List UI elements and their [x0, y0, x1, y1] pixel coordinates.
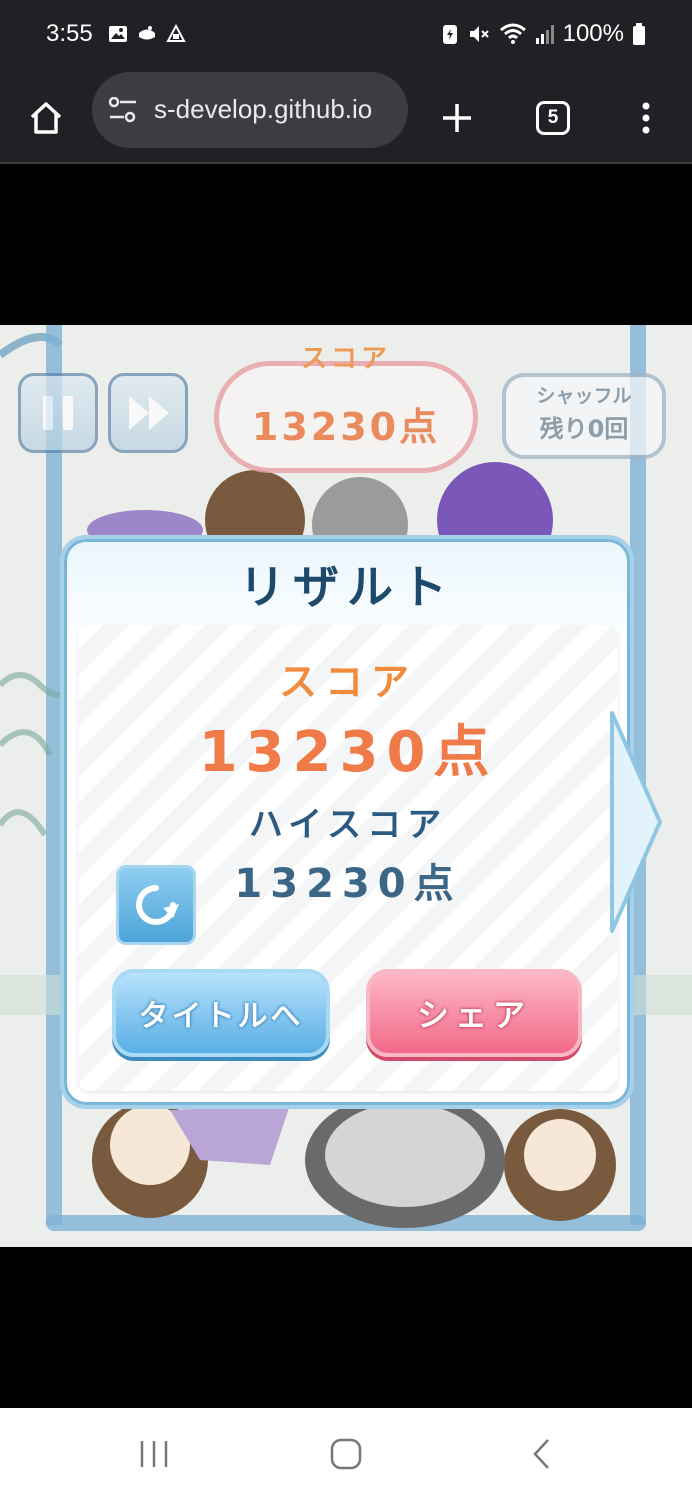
tab-count: 5 [547, 107, 559, 128]
hud-score-label: スコア [300, 344, 391, 374]
tab-switcher-icon: 5 [536, 101, 570, 135]
menu-icon [642, 102, 650, 134]
shuffle-remaining: 残り0回 [539, 415, 629, 443]
battery-saver-icon [442, 25, 457, 44]
result-title: リザルト [239, 560, 455, 614]
shuffle-label: シャッフル [536, 385, 632, 407]
pause-button[interactable] [18, 373, 98, 453]
wifi-icon [499, 23, 526, 44]
hud-score-value: 13230点 [251, 405, 441, 449]
back-button[interactable] [512, 1434, 572, 1474]
system-status: 100% [441, 20, 646, 48]
pause-icon [43, 396, 73, 430]
recent-apps-button[interactable] [124, 1434, 184, 1474]
app-icon [166, 24, 186, 42]
to-title-button[interactable]: タイトルへ [112, 969, 330, 1057]
gallery-icon [109, 26, 127, 42]
result-panel: スコア 13230点 ハイスコア 13230点 タイトルへ シェア [78, 625, 618, 1091]
battery-icon [633, 23, 645, 45]
result-score-label: スコア [278, 660, 417, 704]
game-canvas[interactable]: スコア 13230点 シャッフル 残り0回 リザルト スコア 13230点 ハイ… [0, 325, 692, 1247]
recent-apps-icon [140, 1441, 168, 1467]
chat-icon [139, 26, 155, 40]
status-bar: 3:55 100% [0, 0, 692, 72]
shuffle-button[interactable]: シャッフル 残り0回 [502, 373, 666, 459]
home-button[interactable] [14, 86, 78, 150]
fast-forward-icon [129, 396, 169, 430]
site-settings-icon[interactable] [108, 97, 138, 123]
back-icon [533, 1439, 549, 1469]
battery-percent: 100% [562, 20, 624, 47]
home-icon [30, 102, 62, 134]
mute-icon [469, 26, 489, 42]
new-tab-icon [443, 104, 471, 132]
address-bar[interactable]: s-develop.github.io [92, 72, 408, 148]
new-tab-button[interactable] [425, 86, 489, 150]
share-button[interactable]: シェア [366, 969, 582, 1057]
url-text[interactable]: s-develop.github.io [154, 94, 394, 125]
retry-button[interactable] [116, 865, 196, 945]
result-score-value: 13230点 [198, 720, 498, 785]
home-circle-icon [330, 1438, 362, 1470]
result-dialog: リザルト スコア 13230点 ハイスコア 13230点 タイトルへ シェア [60, 535, 634, 1109]
status-time: 3:55 [46, 20, 93, 47]
menu-button[interactable] [614, 86, 678, 150]
system-navigation-bar [0, 1408, 692, 1500]
hud-score-panel: スコア 13230点 [214, 344, 478, 473]
browser-toolbar: s-develop.github.io 5 [0, 72, 692, 164]
signal-icon [535, 25, 554, 44]
highscore-label: ハイスコア [248, 805, 448, 845]
next-arrow-button[interactable] [608, 709, 664, 935]
tab-switcher-button[interactable]: 5 [521, 86, 585, 150]
home-nav-button[interactable] [316, 1434, 376, 1474]
notification-icons [108, 24, 186, 44]
retry-icon [136, 885, 179, 925]
fast-forward-button[interactable] [108, 373, 188, 453]
